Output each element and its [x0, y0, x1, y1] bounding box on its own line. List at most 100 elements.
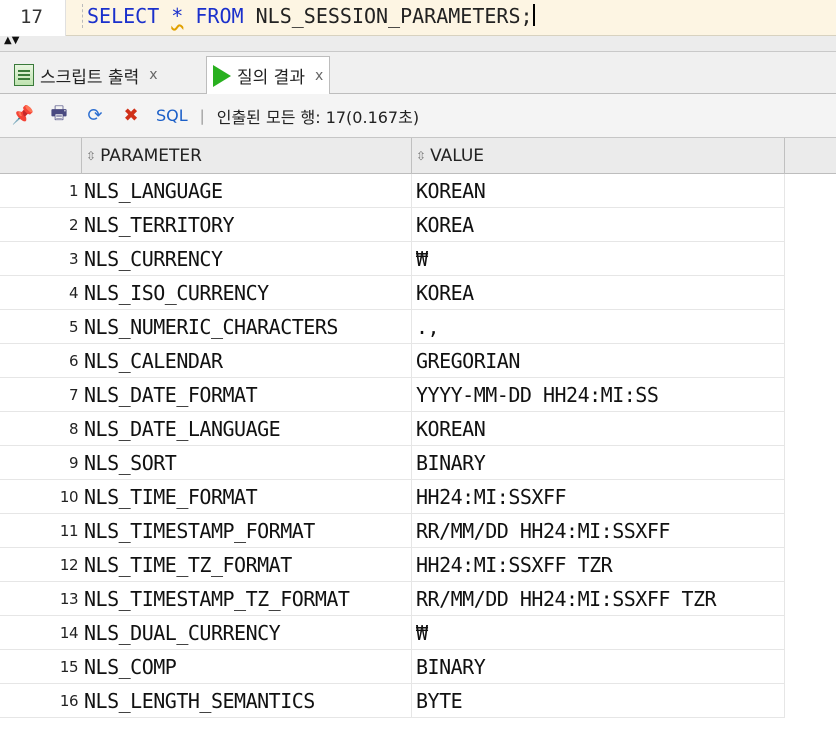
- value-cell[interactable]: HH24:MI:SSXFF: [412, 480, 785, 514]
- table-row[interactable]: 4 NLS_ISO_CURRENCY KOREA: [0, 276, 785, 310]
- value-cell[interactable]: .,: [412, 310, 785, 344]
- cancel-icon[interactable]: ✖: [118, 103, 144, 129]
- parameter-cell[interactable]: NLS_CURRENCY: [82, 242, 412, 276]
- parameter-cell[interactable]: NLS_TIME_FORMAT: [82, 480, 412, 514]
- value-cell[interactable]: BINARY: [412, 650, 785, 684]
- table-row[interactable]: 3 NLS_CURRENCY ₩: [0, 242, 785, 276]
- keyword-from: FROM: [195, 4, 244, 28]
- table-row[interactable]: 14 NLS_DUAL_CURRENCY ₩: [0, 616, 785, 650]
- row-number: 9: [68, 454, 79, 472]
- row-number: 4: [68, 284, 79, 302]
- sort-icon[interactable]: ⇳: [416, 149, 426, 163]
- refresh-icon[interactable]: ⟳: [82, 103, 108, 129]
- parameter-cell[interactable]: NLS_DATE_LANGUAGE: [82, 412, 412, 446]
- parameter-cell[interactable]: NLS_DATE_FORMAT: [82, 378, 412, 412]
- column-label: PARAMETER: [100, 146, 202, 166]
- row-number: 16: [59, 692, 79, 710]
- parameter-cell[interactable]: NLS_TIME_TZ_FORMAT: [82, 548, 412, 582]
- column-label: VALUE: [430, 146, 485, 166]
- parameter-cell[interactable]: NLS_ISO_CURRENCY: [82, 276, 412, 310]
- close-icon[interactable]: x: [315, 68, 323, 84]
- row-number: 15: [59, 658, 79, 676]
- sql-code[interactable]: SELECT * FROM NLS_SESSION_PARAMETERS;: [82, 4, 535, 28]
- value-cell[interactable]: HH24:MI:SSXFF TZR: [412, 548, 785, 582]
- star-token: *: [171, 4, 184, 28]
- play-icon: [213, 64, 231, 87]
- value-cell[interactable]: BINARY: [412, 446, 785, 480]
- row-number: 10: [59, 488, 79, 506]
- tab-script-output[interactable]: 스크립트 출력 x: [8, 56, 164, 94]
- parameter-cell[interactable]: NLS_SORT: [82, 446, 412, 480]
- editor-line[interactable]: 17 SELECT * FROM NLS_SESSION_PARAMETERS;: [0, 0, 836, 36]
- row-number: 12: [59, 556, 79, 574]
- value-cell[interactable]: YYYY-MM-DD HH24:MI:SS: [412, 378, 785, 412]
- value-cell[interactable]: BYTE: [412, 684, 785, 718]
- value-cell[interactable]: KOREA: [412, 208, 785, 242]
- line-number: 17: [20, 6, 43, 28]
- value-cell[interactable]: RR/MM/DD HH24:MI:SSXFF TZR: [412, 582, 785, 616]
- value-cell[interactable]: ₩: [412, 616, 785, 650]
- table-row[interactable]: 7 NLS_DATE_FORMAT YYYY-MM-DD HH24:MI:SS: [0, 378, 785, 412]
- value-cell[interactable]: KOREAN: [412, 412, 785, 446]
- row-number: 5: [68, 318, 79, 336]
- row-number: 1: [68, 182, 79, 200]
- table-row[interactable]: 15 NLS_COMP BINARY: [0, 650, 785, 684]
- sql-button[interactable]: SQL: [156, 106, 188, 125]
- table-row[interactable]: 16 NLS_LENGTH_SEMANTICS BYTE: [0, 684, 785, 718]
- result-tabbar: 스크립트 출력 x 질의 결과 x: [0, 52, 836, 94]
- table-row[interactable]: 12 NLS_TIME_TZ_FORMAT HH24:MI:SSXFF TZR: [0, 548, 785, 582]
- table-row[interactable]: 8 NLS_DATE_LANGUAGE KOREAN: [0, 412, 785, 446]
- value-cell[interactable]: KOREA: [412, 276, 785, 310]
- result-toolbar: 📌 🖶 ⟳ ✖ SQL | 인출된 모든 행: 17(0.167초): [0, 94, 836, 138]
- parameter-cell[interactable]: NLS_DUAL_CURRENCY: [82, 616, 412, 650]
- row-number: 6: [68, 352, 79, 370]
- parameter-cell[interactable]: NLS_TIMESTAMP_TZ_FORMAT: [82, 582, 412, 616]
- parameter-cell[interactable]: NLS_TIMESTAMP_FORMAT: [82, 514, 412, 548]
- value-cell[interactable]: GREGORIAN: [412, 344, 785, 378]
- table-row[interactable]: 13 NLS_TIMESTAMP_TZ_FORMAT RR/MM/DD HH24:M…: [0, 582, 785, 616]
- parameter-cell[interactable]: NLS_LANGUAGE: [82, 174, 412, 208]
- table-row[interactable]: 10 NLS_TIME_FORMAT HH24:MI:SSXFF: [0, 480, 785, 514]
- parameter-cell[interactable]: NLS_CALENDAR: [82, 344, 412, 378]
- row-number: 2: [68, 216, 79, 234]
- row-number: 7: [68, 386, 79, 404]
- script-output-icon: [14, 64, 34, 86]
- fetch-status: 인출된 모든 행: 17(0.167초): [216, 107, 420, 127]
- table-row[interactable]: 11 NLS_TIMESTAMP_FORMAT RR/MM/DD HH24:MI:S…: [0, 514, 785, 548]
- table-row[interactable]: 9 NLS_SORT BINARY: [0, 446, 785, 480]
- parameter-cell[interactable]: NLS_NUMERIC_CHARACTERS: [82, 310, 412, 344]
- value-cell[interactable]: RR/MM/DD HH24:MI:SSXFF: [412, 514, 785, 548]
- sort-icon[interactable]: ⇳: [86, 149, 96, 163]
- table-row[interactable]: 1 NLS_LANGUAGE KOREAN: [0, 174, 785, 208]
- column-header-parameter[interactable]: ⇳ PARAMETER: [82, 138, 412, 174]
- table-name: NLS_SESSION_PARAMETERS;: [255, 4, 533, 28]
- parameter-cell[interactable]: NLS_LENGTH_SEMANTICS: [82, 684, 412, 718]
- grid-header: ⇳ PARAMETER ⇳ VALUE: [0, 138, 836, 174]
- table-row[interactable]: 2 NLS_TERRITORY KOREA: [0, 208, 785, 242]
- print-icon[interactable]: 🖶: [46, 103, 72, 129]
- parameter-cell[interactable]: NLS_COMP: [82, 650, 412, 684]
- row-number: 8: [68, 420, 79, 438]
- tab-query-result[interactable]: 질의 결과 x: [206, 56, 331, 94]
- table-row[interactable]: 5 NLS_NUMERIC_CHARACTERS.,: [0, 310, 785, 344]
- table-row[interactable]: 6 NLS_CALENDAR GREGORIAN: [0, 344, 785, 378]
- panel-splitter[interactable]: ▲▼: [0, 36, 836, 52]
- splitter-arrows-icon[interactable]: ▲▼: [4, 36, 19, 46]
- tab-label: 질의 결과: [237, 68, 305, 88]
- row-number: 14: [59, 624, 79, 642]
- pin-icon[interactable]: 📌: [10, 103, 36, 129]
- toolbar-separator: |: [199, 106, 205, 125]
- line-gutter: 17: [0, 0, 66, 36]
- tab-label: 스크립트 출력: [40, 67, 140, 88]
- row-number: 13: [59, 590, 79, 608]
- column-header-value[interactable]: ⇳ VALUE: [412, 138, 785, 174]
- result-grid[interactable]: ⇳ PARAMETER ⇳ VALUE 1 NLS_LANGUAGE KOREAN 2…: [0, 138, 836, 744]
- row-number: 11: [59, 522, 79, 540]
- text-caret: [532, 4, 535, 26]
- row-number-header: [0, 138, 82, 174]
- row-number: 3: [68, 250, 79, 268]
- parameter-cell[interactable]: NLS_TERRITORY: [82, 208, 412, 242]
- close-icon[interactable]: x: [149, 67, 157, 83]
- value-cell[interactable]: KOREAN: [412, 174, 785, 208]
- value-cell[interactable]: ₩: [412, 242, 785, 276]
